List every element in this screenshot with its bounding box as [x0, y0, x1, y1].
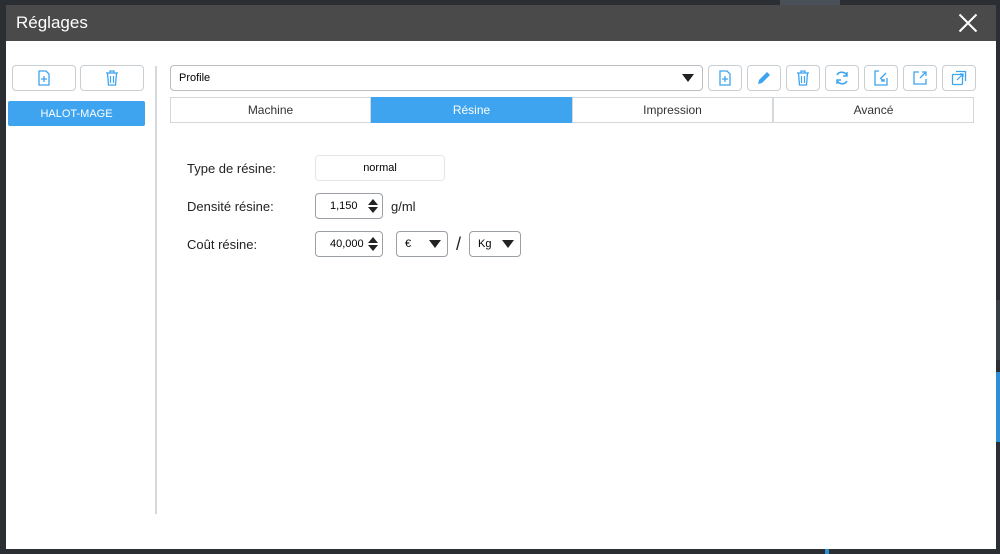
profile-item[interactable]: HALOT-MAGE	[8, 101, 145, 126]
stepper-arrows-icon[interactable]	[368, 237, 378, 251]
delete-profile-button[interactable]	[80, 65, 144, 91]
import-icon	[874, 70, 888, 86]
pencil-icon	[758, 72, 770, 84]
chevron-down-icon	[682, 74, 694, 82]
panel-divider	[155, 66, 157, 514]
tab-machine[interactable]: Machine	[170, 97, 371, 123]
weight-unit-value: Kg	[478, 238, 492, 250]
tab-printing[interactable]: Impression	[572, 97, 773, 123]
density-stepper[interactable]: 1,150	[315, 193, 383, 219]
unit-separator: /	[456, 233, 462, 254]
profile-list-panel: HALOT-MAGE	[8, 65, 148, 126]
delete-button[interactable]	[786, 65, 820, 91]
dialog-title: Réglages	[16, 13, 88, 32]
import-button[interactable]	[864, 65, 898, 91]
file-add-icon	[38, 70, 50, 86]
share-icon	[951, 70, 967, 86]
currency-value: €	[405, 238, 412, 250]
stepper-arrows-icon[interactable]	[368, 199, 378, 213]
tab-resin[interactable]: Résine	[371, 97, 572, 123]
export-icon	[913, 71, 927, 85]
profile-select[interactable]: Profile	[170, 65, 703, 91]
settings-tabs: Machine Résine Impression Avancé	[170, 97, 976, 123]
density-label: Densité résine:	[187, 198, 274, 214]
density-value: 1,150	[330, 200, 358, 212]
trash-icon	[106, 70, 118, 86]
resin-form: Type de résine: normal Densité résine: 1…	[187, 152, 522, 266]
new-button[interactable]	[708, 65, 742, 91]
profile-select-value: Profile	[179, 72, 211, 84]
chevron-down-icon	[429, 240, 441, 248]
share-button[interactable]	[942, 65, 976, 91]
resin-type-label: Type de résine:	[187, 160, 276, 176]
file-add-icon	[719, 70, 731, 86]
cost-stepper[interactable]: 40,000	[315, 231, 383, 257]
export-button[interactable]	[903, 65, 937, 91]
dialog-titlebar: Réglages	[6, 5, 996, 41]
refresh-button[interactable]	[825, 65, 859, 91]
cost-value: 40,000	[330, 238, 364, 250]
new-profile-button[interactable]	[12, 65, 76, 91]
weight-unit-select[interactable]: Kg	[469, 231, 522, 257]
refresh-icon	[836, 71, 848, 85]
tab-advanced[interactable]: Avancé	[773, 97, 974, 123]
close-icon[interactable]	[958, 13, 978, 33]
currency-select[interactable]: €	[396, 231, 448, 257]
settings-panel: Profile Machine Résine Impression Avancé	[170, 65, 976, 123]
cost-label: Coût résine:	[187, 236, 258, 252]
resin-type-field[interactable]: normal	[315, 155, 445, 181]
edit-button[interactable]	[747, 65, 781, 91]
density-unit: g/ml	[391, 198, 416, 214]
chevron-down-icon	[502, 240, 515, 248]
trash-icon	[797, 70, 809, 86]
